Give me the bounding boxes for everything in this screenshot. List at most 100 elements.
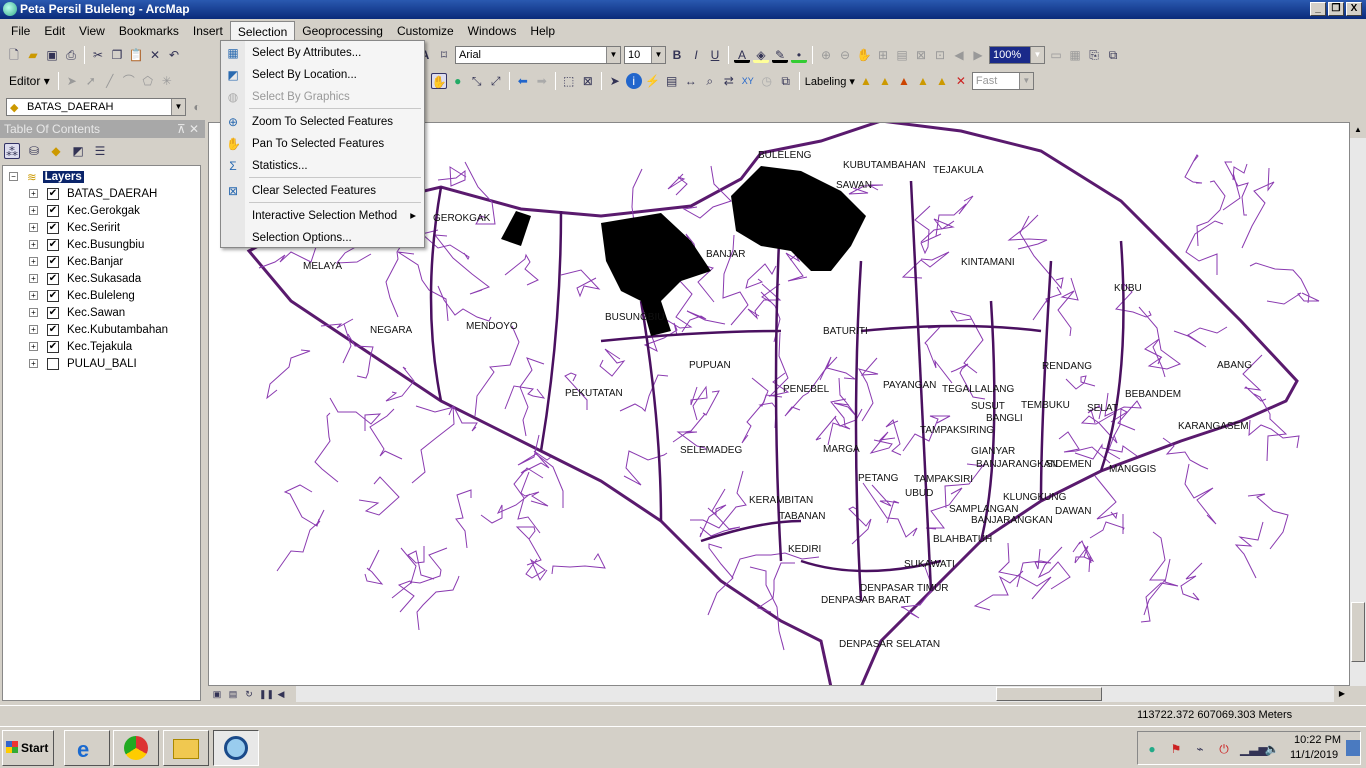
fixed-zoom-out-icon[interactable]: ⊡ — [932, 47, 948, 63]
edit-polygon-icon[interactable]: ⬠ — [140, 73, 156, 89]
internet-explorer-taskbar-button[interactable]: e — [64, 730, 110, 766]
back-extent-icon[interactable]: ◀ — [951, 47, 967, 63]
vertical-scroll-thumb[interactable] — [1351, 602, 1365, 662]
toc-layer-item[interactable]: + ✔ Kec.Banjar — [29, 253, 123, 270]
edit-tool-icon[interactable]: ➤ — [64, 73, 80, 89]
focus-data-frame-icon[interactable]: ▦ — [1067, 47, 1083, 63]
layout-view-icon[interactable]: ▤ — [227, 686, 239, 699]
layer-visibility-checkbox[interactable]: ✔ — [47, 204, 59, 217]
menu-item-pan-to-selected-features[interactable]: ✋ Pan To Selected Features — [221, 133, 424, 155]
undo-icon[interactable]: ↶ — [166, 47, 182, 63]
show-desktop-button[interactable] — [1346, 740, 1360, 756]
print-icon[interactable]: ⎙ — [63, 47, 79, 63]
scroll-right-arrow[interactable]: ▶ — [1334, 686, 1350, 702]
copy-icon[interactable]: ❐ — [109, 47, 125, 63]
cut-icon[interactable]: ✂ — [90, 47, 106, 63]
restore-button[interactable]: ❐ — [1328, 2, 1344, 16]
go-forward-icon[interactable]: ➡ — [534, 73, 550, 89]
list-by-drawing-order-icon[interactable]: ⁂ — [4, 143, 20, 159]
clock-time[interactable]: 10:22 PM — [1294, 734, 1341, 746]
horizontal-scroll-thumb[interactable] — [996, 687, 1102, 701]
bold-icon[interactable]: B — [669, 47, 685, 63]
layer-visibility-checkbox[interactable]: ✔ — [47, 187, 59, 200]
edit-annotation-icon[interactable]: ➚ — [83, 73, 99, 89]
topology-icon[interactable]: ✳ — [159, 73, 175, 89]
layer-visibility-checkbox[interactable]: ✔ — [47, 238, 59, 251]
list-by-selection-icon[interactable]: ◩ — [70, 143, 86, 159]
trace-icon[interactable]: ⌒ — [121, 73, 137, 89]
zoom-level-select[interactable]: 100% ▼ — [989, 46, 1045, 64]
map-vertical-scrollbar[interactable]: ▲ — [1350, 122, 1366, 686]
expand-icon[interactable]: + — [29, 206, 38, 215]
map-horizontal-scrollbar[interactable]: ▶ — [296, 686, 1350, 702]
underline-icon[interactable]: U — [707, 47, 723, 63]
menu-item-interactive-selection-method[interactable]: Interactive Selection Method ▸ — [221, 205, 424, 227]
close-button[interactable]: X — [1346, 2, 1362, 16]
full-extent-icon[interactable]: ● — [450, 73, 466, 89]
menu-windows[interactable]: Windows — [461, 21, 524, 41]
menu-item-select-by-attributes[interactable]: ▦ Select By Attributes... — [221, 42, 424, 64]
menu-item-zoom-to-selected-features[interactable]: ⊕ Zoom To Selected Features — [221, 111, 424, 133]
signal-icon[interactable]: ▁▃▅ — [1240, 741, 1268, 757]
toggle-draft-icon[interactable]: ▭ — [1048, 47, 1064, 63]
data-view-icon[interactable]: ▣ — [211, 686, 223, 699]
layer-visibility-checkbox[interactable]: ✔ — [47, 289, 59, 302]
volume-icon[interactable]: 🔈 — [1264, 741, 1280, 757]
menu-item-select-by-graphics[interactable]: ◍ Select By Graphics — [221, 86, 424, 108]
select-elements-icon[interactable]: ➤ — [607, 73, 623, 89]
paste-icon[interactable]: 📋 — [128, 47, 144, 63]
identify-icon[interactable]: i — [625, 73, 642, 89]
find-icon[interactable]: ⌕ — [702, 73, 718, 89]
layer-select[interactable]: ◆ BATAS_DAERAH ▼ — [6, 98, 186, 116]
layers-group[interactable]: − ≋ Layers — [9, 168, 84, 185]
lock-labels-icon[interactable]: ▲ — [915, 73, 931, 89]
menu-selection[interactable]: Selection — [229, 20, 296, 41]
expand-icon[interactable]: + — [29, 274, 38, 283]
labeling-menu-button[interactable]: Labeling ▾ — [805, 75, 855, 88]
options-icon[interactable]: ☰ — [92, 143, 108, 159]
save-icon[interactable]: ▣ — [44, 47, 60, 63]
menu-item-statistics[interactable]: Σ Statistics... — [221, 155, 424, 177]
font-color-icon[interactable]: A — [734, 47, 750, 63]
marker-color-icon[interactable]: • — [791, 47, 807, 63]
menu-bookmarks[interactable]: Bookmarks — [112, 21, 186, 41]
font-size-select[interactable]: 10 ▼ — [624, 46, 666, 64]
layer-visibility-checkbox[interactable]: ✔ — [47, 306, 59, 319]
layout-pan-icon[interactable]: ✋ — [856, 47, 872, 63]
contrast-icon[interactable]: ◐ — [189, 99, 205, 115]
fixed-zoom-in-icon[interactable]: ⊠ — [913, 47, 929, 63]
toc-layer-item[interactable]: + ✔ Kec.Sukasada — [29, 270, 141, 287]
select-features-icon[interactable]: ⬚ — [561, 73, 577, 89]
viewer-window-icon[interactable]: ⧉ — [778, 73, 794, 89]
toc-layer-item[interactable]: + ✔ Kec.Busungbiu — [29, 236, 144, 253]
arcmap-taskbar-button[interactable] — [213, 730, 259, 766]
menu-edit[interactable]: Edit — [37, 21, 72, 41]
find-route-icon[interactable]: ⇄ — [721, 73, 737, 89]
explorer-taskbar-button[interactable] — [163, 730, 209, 766]
expand-icon[interactable]: + — [29, 240, 38, 249]
clear-selected-icon[interactable]: ⊠ — [580, 73, 596, 89]
edit-vertices-icon[interactable]: ⌑ — [436, 47, 452, 63]
html-popup-icon[interactable]: ▤ — [664, 73, 680, 89]
change-layout-icon[interactable]: ⎘ — [1086, 47, 1102, 63]
menu-file[interactable]: File — [4, 21, 37, 41]
menu-geoprocessing[interactable]: Geoprocessing — [295, 21, 390, 41]
zoom-whole-page-icon[interactable]: ⊞ — [875, 47, 891, 63]
toc-layer-item[interactable]: + ✔ Kec.Seririt — [29, 219, 120, 236]
minimize-button[interactable]: _ — [1310, 2, 1326, 16]
power-icon[interactable]: ⏻ — [1216, 741, 1232, 757]
layer-visibility-checkbox[interactable]: ✔ — [47, 340, 59, 353]
layer-visibility-checkbox[interactable]: ✔ — [47, 323, 59, 336]
fill-color-icon[interactable]: ◈ — [753, 47, 769, 63]
measure-icon[interactable]: ↔ — [683, 73, 699, 89]
list-by-visibility-icon[interactable]: ◆ — [48, 143, 64, 159]
toc-layer-item[interactable]: + ✔ Kec.Buleleng — [29, 287, 135, 304]
go-to-xy-icon[interactable]: XY — [740, 73, 756, 89]
start-button[interactable]: Start — [2, 730, 54, 766]
layout-zoom-out-icon[interactable]: ⊖ — [837, 47, 853, 63]
toc-layer-item[interactable]: + ✔ Kec.Kubutambahan — [29, 321, 168, 338]
view-unplaced-labels-icon[interactable]: ✕ — [953, 73, 969, 89]
menu-view[interactable]: View — [72, 21, 112, 41]
expand-icon[interactable]: + — [29, 359, 38, 368]
menu-help[interactable]: Help — [523, 21, 562, 41]
